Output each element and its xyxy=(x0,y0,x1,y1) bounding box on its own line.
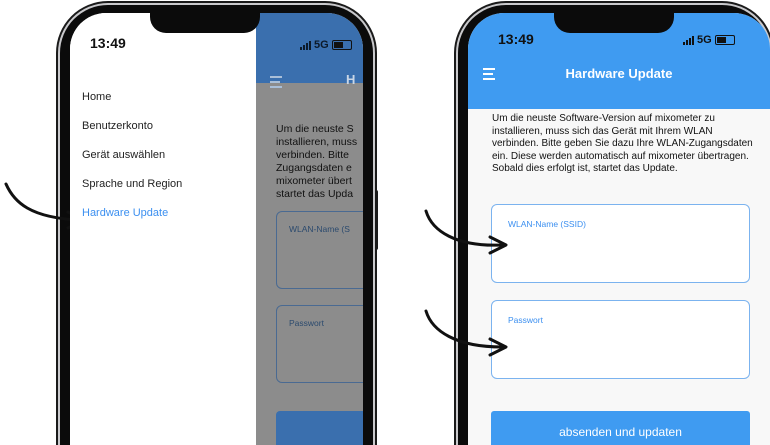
submit-button[interactable]: abs xyxy=(276,411,363,445)
password-field[interactable]: Passwort xyxy=(491,300,750,379)
navigation-drawer: 13:49 Home Benutzerkonto Gerät auswählen… xyxy=(70,13,256,445)
text-line: verbinden. Bitte xyxy=(276,149,349,161)
instructions-text: Um die neuste Software-Version auf mixom… xyxy=(492,113,753,175)
battery-icon xyxy=(331,40,352,50)
dimmed-app-background[interactable]: 5G H Um die neuste S installieren, muss … xyxy=(256,13,363,445)
status-icons: 5G xyxy=(683,34,735,46)
status-time: 13:49 xyxy=(498,31,534,47)
drawer-item-home[interactable]: Home xyxy=(82,91,111,103)
battery-icon xyxy=(714,35,735,45)
text-line: Zugangsdaten e xyxy=(276,162,352,174)
notch xyxy=(150,13,260,33)
password-field[interactable]: Passwort xyxy=(276,305,363,383)
text-line: startet das Upda xyxy=(276,188,354,200)
page-title: Hardware Update xyxy=(565,66,673,81)
dimmed-app-bar: 5G H xyxy=(256,13,363,88)
power-button xyxy=(374,190,378,250)
text-line: mixometer übert xyxy=(276,175,352,187)
network-label: 5G xyxy=(314,39,329,51)
page-title: H xyxy=(346,72,356,87)
left-phone-screen: 5G H Um die neuste S installieren, muss … xyxy=(70,13,363,445)
signal-icon xyxy=(300,40,311,50)
signal-icon xyxy=(683,35,694,45)
drawer-item-select-device[interactable]: Gerät auswählen xyxy=(82,149,165,161)
drawer-item-language-region[interactable]: Sprache und Region xyxy=(82,178,182,190)
instructions-text: Um die neuste S installieren, muss verbi… xyxy=(276,123,357,201)
arrow-to-wlan-field xyxy=(424,209,508,255)
notch xyxy=(554,13,674,33)
wlan-name-field[interactable]: WLAN-Name (SSID) xyxy=(491,204,750,283)
wlan-name-label: WLAN-Name (S xyxy=(289,224,350,234)
drawer-item-hardware-update[interactable]: Hardware Update xyxy=(82,207,168,219)
network-label: 5G xyxy=(697,34,712,46)
password-label: Passwort xyxy=(289,318,324,328)
arrow-to-password-field xyxy=(424,309,508,357)
text-line: installieren, muss xyxy=(276,136,358,148)
submit-button[interactable]: absenden und updaten xyxy=(491,411,750,445)
status-time: 13:49 xyxy=(90,35,126,51)
left-phone: 5G H Um die neuste S installieren, muss … xyxy=(60,5,373,445)
drawer-item-account[interactable]: Benutzerkonto xyxy=(82,120,153,132)
text-line: Um die neuste S xyxy=(276,123,354,135)
wlan-name-field[interactable]: WLAN-Name (S xyxy=(276,211,363,289)
status-icons: 5G xyxy=(300,39,352,51)
menu-icon[interactable] xyxy=(270,76,282,91)
